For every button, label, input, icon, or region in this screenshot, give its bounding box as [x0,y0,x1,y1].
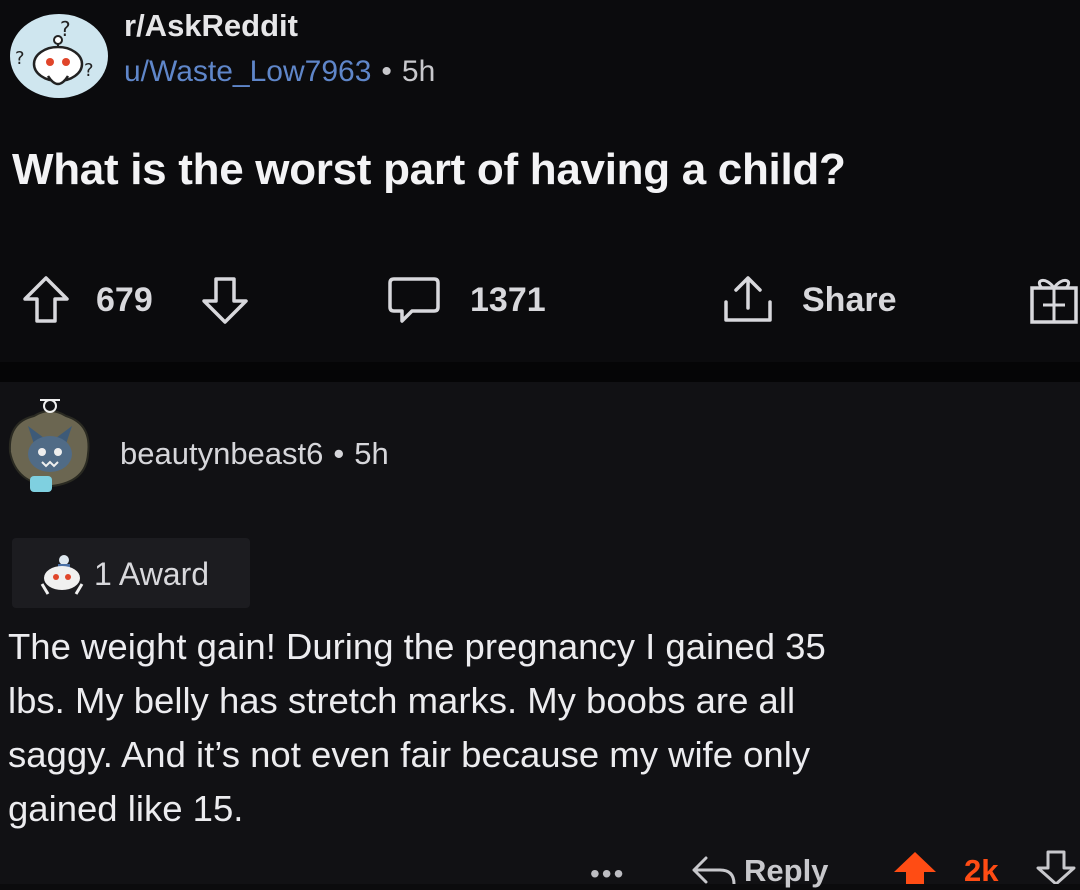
award-snoo-icon [36,554,88,601]
upvote-arrow-icon [894,852,936,884]
snoo-avatar-icon: ? ? ? [15,17,94,86]
comment-body-line: saggy. And it’s not even fair because my… [8,734,811,775]
comment-count: 1371 [470,280,546,319]
upvote-arrow-icon [22,275,70,325]
downvote-arrow-icon [200,275,250,325]
reply-arrow-icon [692,856,736,886]
downvote-button[interactable] [200,275,250,325]
downvote-arrow-icon [1036,850,1076,886]
gift-award-icon [1026,274,1080,326]
award-button[interactable] [1026,275,1080,325]
snoo-avatar-icon [8,399,90,492]
comment-body-line: gained like 15. [8,788,244,829]
subreddit-name[interactable]: r/AskReddit [124,8,298,44]
separator-bar [0,362,1080,382]
post-author-line: u/Waste_Low7963 • 5h [124,55,435,89]
comments-button[interactable]: 1371 [386,275,546,325]
upvote-button[interactable] [22,275,70,325]
svg-text:?: ? [15,48,25,69]
vote-count: 679 [96,275,153,325]
comment-body-line: lbs. My belly has stretch marks. My boob… [8,680,796,721]
comment-upvote-button[interactable] [890,850,940,889]
comment-age: 5h [354,436,389,471]
comment-author-link[interactable]: beautynbeast6 [120,436,323,471]
comment-downvote-button[interactable] [1034,850,1078,889]
award-label: 1 Award [94,556,210,592]
subreddit-avatar[interactable]: ? ? ? [10,14,108,98]
svg-text:?: ? [84,60,94,81]
comment-author-line: beautynbeast6 • 5h [120,436,389,472]
more-options-button[interactable]: ••• [590,858,625,890]
meta-separator: • [333,436,345,471]
post-author-link[interactable]: u/Waste_Low7963 [124,55,371,88]
comment-bubble-icon [386,275,442,325]
share-label: Share [802,280,897,319]
comment-body-line: The weight gain! During the pregnancy I … [8,626,826,667]
meta-separator: • [381,55,392,88]
upvote-count: 679 [96,280,153,319]
post-title[interactable]: What is the worst part of having a child… [12,145,846,195]
share-button[interactable]: Share [718,275,897,325]
post-age: 5h [401,55,436,88]
share-icon [718,274,778,326]
commenter-avatar[interactable] [0,392,100,500]
